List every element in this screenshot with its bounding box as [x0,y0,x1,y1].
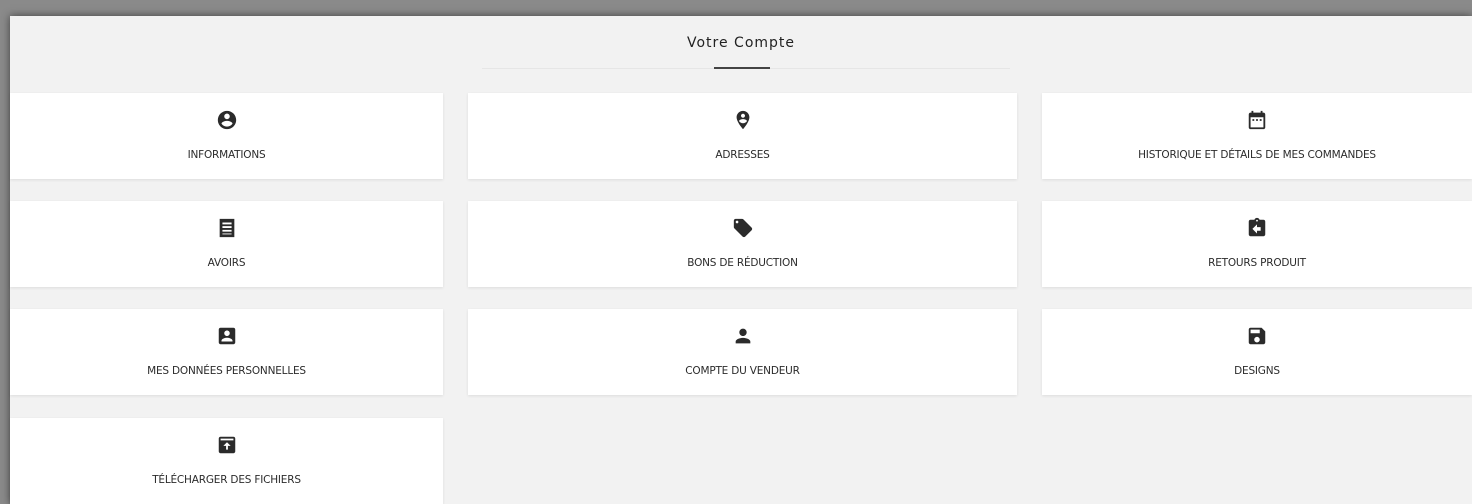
receipt-icon [10,217,443,239]
account-circle-icon [10,109,443,131]
save-icon [1042,325,1472,347]
card-label: TÉLÉCHARGER DES FICHIERS [152,474,301,486]
card-telecharger-fichiers[interactable]: TÉLÉCHARGER DES FICHIERS [10,418,443,504]
account-panel: Votre Compte INFORMATIONS ADRESSES HISTO… [10,16,1472,504]
card-label: AVOIRS [207,257,246,269]
card-label: BONS DE RÉDUCTION [687,257,798,269]
page-title: Votre Compte [686,35,796,51]
card-donnees-personnelles[interactable]: MES DONNÉES PERSONNELLES [10,309,443,395]
calendar-icon [1042,109,1472,131]
card-retours-produit[interactable]: RETOURS PRODUIT [1042,201,1472,287]
card-avoirs[interactable]: AVOIRS [10,201,443,287]
card-label: MES DONNÉES PERSONNELLES [147,365,306,377]
card-label: COMPTE DU VENDEUR [685,365,800,377]
card-label: RETOURS PRODUIT [1208,257,1306,269]
card-compte-vendeur[interactable]: COMPTE DU VENDEUR [468,309,1017,395]
card-label: DESIGNS [1234,365,1280,377]
location-pin-icon [468,109,1017,131]
card-historique-commandes[interactable]: HISTORIQUE ET DÉTAILS DE MES COMMANDES [1042,93,1472,179]
card-designs[interactable]: DESIGNS [1042,309,1472,395]
upload-box-icon [10,434,443,456]
card-label: HISTORIQUE ET DÉTAILS DE MES COMMANDES [1138,149,1376,161]
card-bons-reduction[interactable]: BONS DE RÉDUCTION [468,201,1017,287]
card-adresses[interactable]: ADRESSES [468,93,1017,179]
card-informations[interactable]: INFORMATIONS [10,93,443,179]
tag-icon [468,217,1017,239]
title-underline [714,67,770,69]
account-box-icon [10,325,443,347]
card-label: INFORMATIONS [187,149,266,161]
person-icon [468,325,1017,347]
card-label: ADRESSES [715,149,770,161]
assignment-return-icon [1042,217,1472,239]
